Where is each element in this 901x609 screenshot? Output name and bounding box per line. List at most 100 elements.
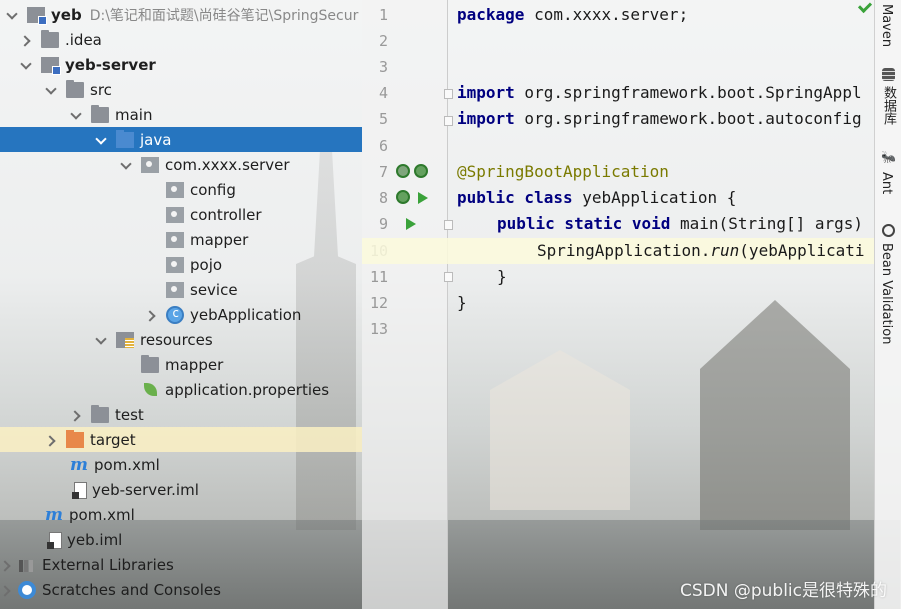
run-gutter-icon[interactable] [406,218,416,230]
keyword: public static void [497,214,671,233]
code-line: public class yebApplication { [449,185,874,211]
tree-label: sevice [190,280,238,299]
scratches-icon [18,580,36,599]
package-icon [166,231,184,248]
code-editor[interactable]: 1 2 3 4 5 6 7 8 9 10 11 12 13 package co… [362,0,874,609]
tree-row-src[interactable]: src [0,77,362,102]
tree-label: config [190,180,236,199]
line-number: 7 [378,163,388,181]
keyword: import [457,83,515,102]
tree-row-java[interactable]: java [0,127,362,152]
excluded-folder-icon [66,429,84,448]
folder-icon [66,79,84,98]
chevron-down-icon[interactable] [6,9,18,21]
chevron-down-icon[interactable] [95,334,107,346]
tree-row-pom-root[interactable]: m pom.xml [0,502,362,527]
tree-row-server-iml[interactable]: yeb-server.iml [0,477,362,502]
tree-row-yeb[interactable]: yeb D:\笔记和面试题\尚硅谷笔记\SpringSecur [0,2,362,27]
line-number: 9 [378,215,388,233]
tree-label: test [115,405,144,424]
code-text: (yebApplicati [739,241,865,260]
chevron-down-icon[interactable] [70,109,82,121]
keyword: package [457,5,525,24]
chevron-down-icon[interactable] [120,159,132,171]
resources-folder-icon [116,331,134,348]
code-line: } [449,264,874,290]
ant-icon [881,150,896,165]
code-line: public static void main(String[] args) [449,211,874,237]
line-number: 12 [369,294,388,312]
tree-row-pojo[interactable]: pojo [0,252,362,277]
code-text: SpringApplication. [537,241,711,260]
tree-row-sevice[interactable]: sevice [0,277,362,302]
tree-row-pom-server[interactable]: m pom.xml [0,452,362,477]
tree-row-config[interactable]: config [0,177,362,202]
tree-label: java [140,130,172,149]
class-icon [166,305,184,324]
tree-row-main[interactable]: main [0,102,362,127]
annotation: @SpringBootApplication [457,162,669,181]
csdn-watermark: CSDN @public是很特殊的 [679,581,887,601]
code-line: import org.springframework.boot.autoconf… [449,106,874,132]
tree-row-controller[interactable]: controller [0,202,362,227]
spring-leaf-icon [141,381,159,399]
spring-bean-icon[interactable] [414,164,428,178]
tree-row-yeb-server[interactable]: yeb-server [0,52,362,77]
tree-label: pom.xml [94,455,160,474]
tree-row-resources[interactable]: resources [0,327,362,352]
tree-row-yebapplication[interactable]: yebApplication [0,302,362,327]
ant-tab[interactable]: Ant [879,172,894,194]
tree-row-yeb-iml[interactable]: yeb.iml [0,527,362,552]
spring-bean-icon[interactable] [396,164,410,178]
tree-row-idea[interactable]: .idea [0,27,362,52]
folder-icon [141,354,159,373]
chevron-down-icon[interactable] [45,84,57,96]
tree-label: mapper [190,230,249,249]
line-number: 2 [378,32,388,50]
code-text: org.springframework.boot.autoconfig [514,109,862,128]
chevron-right-icon[interactable] [70,409,82,421]
code-area[interactable]: package com.xxxx.server; import org.spri… [449,0,874,609]
code-text: run [710,241,740,260]
chevron-right-icon[interactable] [0,584,12,596]
tree-row-package[interactable]: com.xxxx.server [0,152,362,177]
database-tab[interactable]: 数据库 [879,86,898,125]
line-number: 5 [378,110,388,128]
tree-label: mapper [165,355,224,374]
project-path: D:\笔记和面试题\尚硅谷笔记\SpringSecur [89,7,359,24]
maven-tab[interactable]: Maven [879,4,894,47]
tree-label: com.xxxx.server [165,155,290,174]
tree-label: pojo [190,255,223,274]
tree-row-res-mapper[interactable]: mapper [0,352,362,377]
module-file-icon [47,531,62,549]
library-icon [18,558,36,572]
run-gutter-icon[interactable] [418,192,428,204]
tree-label: src [90,80,112,99]
tree-label: target [90,430,136,449]
chevron-down-icon[interactable] [20,59,32,71]
module-folder-icon [27,6,47,25]
tree-row-scratches[interactable]: Scratches and Consoles [0,577,362,602]
chevron-right-icon[interactable] [45,434,57,446]
code-line: @SpringBootApplication [449,159,874,185]
chevron-right-icon[interactable] [0,559,12,571]
tree-row-external-libraries[interactable]: External Libraries [0,552,362,577]
tree-row-test[interactable]: test [0,402,362,427]
chevron-down-icon[interactable] [95,134,107,146]
project-tree: yeb D:\笔记和面试题\尚硅谷笔记\SpringSecur .idea ye… [0,0,362,609]
tree-row-target[interactable]: target [0,427,362,452]
tree-row-application-properties[interactable]: application.properties [0,377,362,402]
chevron-right-icon[interactable] [20,34,32,46]
code-text: org.springframework.boot.SpringAppl [514,83,862,102]
tree-label: Scratches and Consoles [42,580,221,599]
bean-validation-tab[interactable]: Bean Validation [879,243,894,344]
tree-label: main [115,105,153,124]
spring-bean-icon[interactable] [396,190,410,204]
tree-row-mapper[interactable]: mapper [0,227,362,252]
module-file-icon [72,481,87,499]
line-number: 1 [378,6,388,24]
chevron-right-icon[interactable] [145,309,157,321]
keyword: import [457,109,515,128]
code-text: yebApplication { [572,188,737,207]
source-folder-icon [116,129,134,148]
